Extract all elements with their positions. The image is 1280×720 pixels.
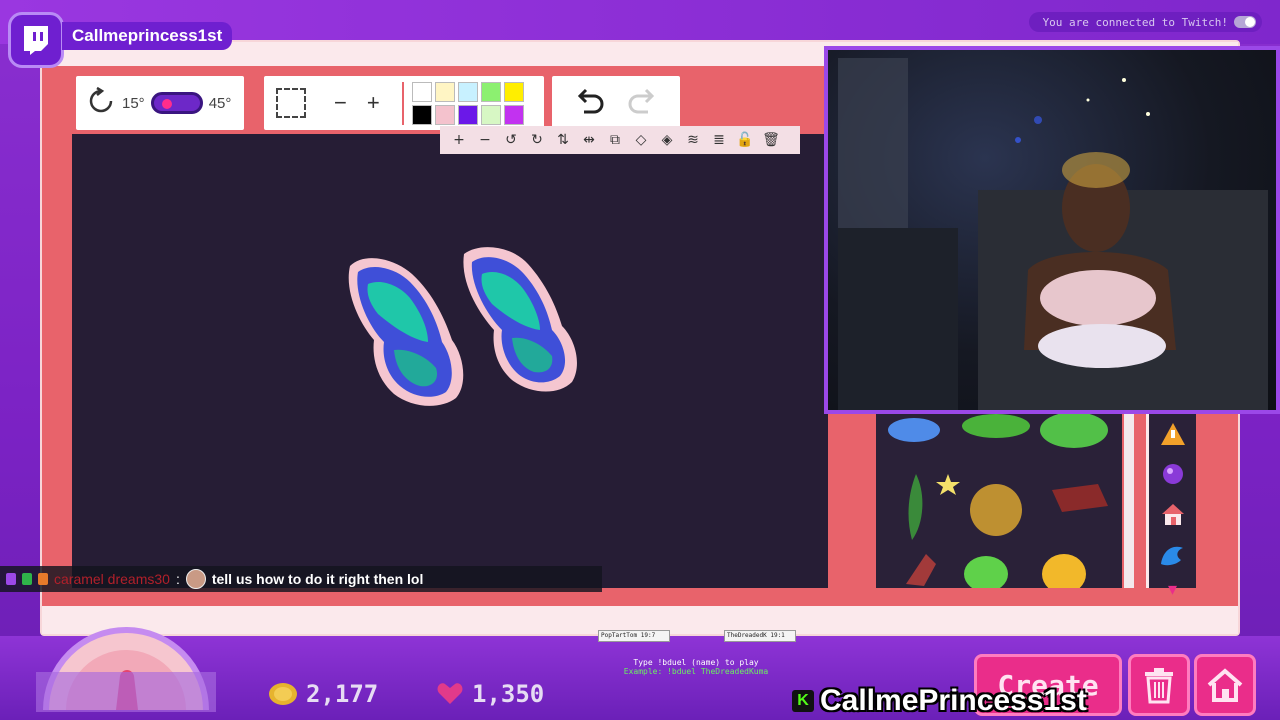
flip-vertical-icon[interactable]: ⇅ (552, 129, 574, 151)
sticker-branch[interactable] (906, 554, 936, 586)
sticker-scrollbar[interactable] (1124, 414, 1134, 588)
footer-channel-name: CallmePrincess1st (820, 684, 1087, 717)
sticker-stump[interactable] (1052, 484, 1108, 512)
history-toolbox (552, 76, 680, 130)
connection-toggle[interactable] (1234, 16, 1256, 28)
duel-example: Example: !bduel TheDreadedKuma (623, 667, 769, 676)
purple-orb-icon[interactable] (1149, 454, 1196, 494)
webcam-feed (824, 46, 1280, 414)
chat-badge-icon (22, 573, 32, 585)
butterfly-wings-artwork[interactable] (72, 134, 828, 588)
rotate-left-icon[interactable]: ↺ (500, 129, 522, 151)
sticker-bush-small[interactable] (962, 414, 1030, 438)
swatch-yellow[interactable] (503, 81, 524, 102)
heart-icon (437, 683, 463, 704)
swatch-light-blue[interactable] (457, 81, 478, 102)
channel-footer: K CallmePrincess1st (792, 684, 1087, 718)
sticker-cloud[interactable] (888, 418, 940, 442)
swatch-magenta[interactable] (503, 104, 524, 125)
coin-counter: 2,177 (268, 680, 378, 708)
sticker-shrub[interactable] (964, 556, 1008, 588)
chat-avatar (185, 569, 206, 589)
kick-logo-icon: K (792, 690, 814, 712)
chat-username: caramel dreams30 (54, 571, 170, 587)
channel-name-badge: Callmeprincess1st (62, 22, 233, 50)
duel-info-panel: PopTartTom 19:7 TheDreadedK 19:1 Type !b… (596, 630, 796, 676)
house-icon[interactable] (1149, 494, 1196, 534)
home-button[interactable] (1194, 654, 1256, 716)
layer-down-icon[interactable]: ◇ (630, 129, 652, 151)
brush-size-increase-button[interactable]: + (367, 92, 380, 114)
sticker-leaves[interactable] (970, 484, 1022, 536)
trash-icon[interactable]: 🗑 (760, 129, 782, 151)
swatch-mint[interactable] (480, 104, 501, 125)
rotate-right-icon[interactable]: ↻ (526, 129, 548, 151)
wave-icon[interactable] (1149, 534, 1196, 574)
mood-gauge (36, 610, 216, 720)
rotate-icon[interactable] (86, 86, 116, 120)
sticker-yellow-tree[interactable] (1042, 554, 1086, 588)
sticker-star[interactable] (936, 474, 960, 495)
swatch-cream[interactable] (434, 81, 455, 102)
swatch-white[interactable] (411, 81, 432, 102)
toggle-knob (161, 99, 172, 109)
drawing-canvas[interactable] (72, 134, 828, 588)
trash-icon (1145, 668, 1173, 704)
duel-player-card: TheDreadedK 19:1 (724, 630, 796, 642)
left-wing (348, 258, 464, 406)
rotate-step-toggle[interactable] (150, 92, 203, 114)
chat-separator: : (175, 571, 180, 587)
rotate-min-label: 15° (122, 94, 145, 112)
heart-count: 1,350 (472, 680, 545, 708)
rotate-toolbox: 15° 45° (76, 76, 244, 130)
chat-message-text: tell us how to do it right then lol (211, 571, 424, 587)
swatch-black[interactable] (411, 104, 432, 125)
sticker-fern[interactable] (908, 474, 923, 540)
chat-badge-icon (38, 573, 48, 585)
swatch-pink[interactable] (434, 104, 455, 125)
send-to-back-icon[interactable]: ≋ (682, 129, 704, 151)
heart-counter: 1,350 (436, 680, 544, 708)
redo-icon[interactable] (626, 84, 660, 122)
twitch-logo-icon (8, 12, 64, 68)
right-wing (463, 247, 577, 392)
selection-toolbox: − + (264, 76, 544, 130)
sticker-bush-large[interactable] (1040, 414, 1108, 448)
marquee-select-icon[interactable] (276, 88, 306, 118)
delete-button[interactable] (1128, 654, 1190, 716)
sticker-category-bar: ▾ (1146, 414, 1196, 600)
lock-icon[interactable]: 🔓 (734, 129, 756, 151)
swatch-green[interactable] (480, 81, 501, 102)
layer-scale-up-button[interactable]: + (448, 129, 470, 151)
channel-name: Callmeprincess1st (72, 26, 223, 45)
flip-horizontal-icon[interactable]: ⇹ (578, 129, 600, 151)
chat-badge-icon (6, 573, 16, 585)
sticker-panel (876, 414, 1122, 588)
coin-icon (269, 683, 297, 705)
layer-toolbar: + − ↺ ↻ ⇅ ⇹ ⧉ ◇ ◈ ≋ ≣ 🔓 🗑 (440, 126, 800, 154)
chevron-down-icon[interactable]: ▾ (1149, 574, 1196, 604)
brush-size-decrease-button[interactable]: − (334, 92, 347, 114)
color-palette (401, 81, 524, 125)
layer-scale-down-button[interactable]: − (474, 129, 496, 151)
connection-status: You are connected to Twitch! (1028, 12, 1262, 32)
swatch-purple[interactable] (457, 104, 478, 125)
undo-icon[interactable] (572, 84, 606, 122)
coin-count: 2,177 (306, 680, 379, 708)
home-icon (1207, 668, 1243, 702)
bring-to-front-icon[interactable]: ≣ (708, 129, 730, 151)
duplicate-icon[interactable]: ⧉ (604, 129, 626, 151)
warning-cone-icon[interactable] (1149, 414, 1196, 454)
layer-up-icon[interactable]: ◈ (656, 129, 678, 151)
duel-player-card: PopTartTom 19:7 (598, 630, 670, 642)
chat-message-row: caramel dreams30 : tell us how to do it … (0, 566, 602, 592)
rotate-max-label: 45° (208, 94, 232, 112)
connection-status-text: You are connected to Twitch! (1042, 15, 1228, 29)
